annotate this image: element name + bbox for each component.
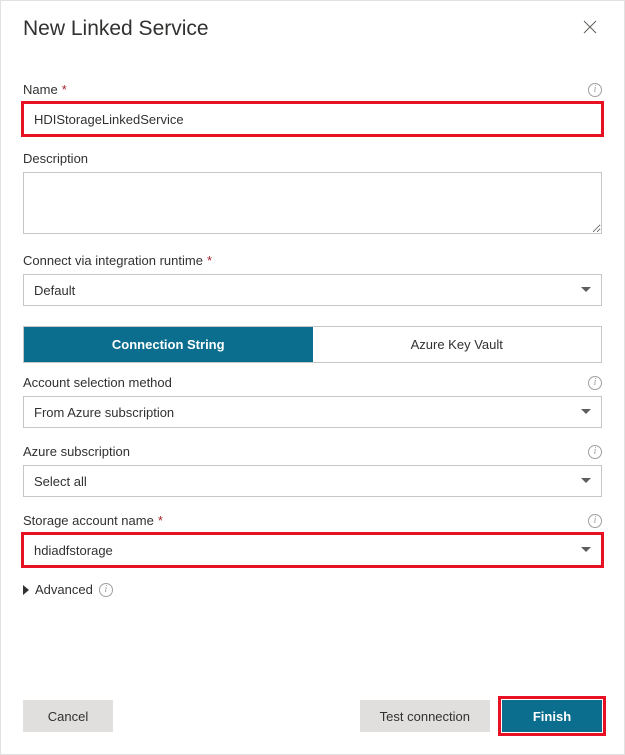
chevron-down-icon [581, 478, 591, 484]
tab-azure-key-vault[interactable]: Azure Key Vault [313, 327, 602, 362]
name-label: Name [23, 82, 58, 97]
subscription-label: Azure subscription [23, 444, 130, 459]
new-linked-service-panel: New Linked Service Name * i Description [0, 0, 625, 755]
info-icon[interactable]: i [588, 445, 602, 459]
field-account-method: Account selection method i From Azure su… [23, 375, 602, 428]
field-description: Description [23, 151, 602, 237]
subscription-select[interactable]: Select all [23, 465, 602, 497]
account-method-select[interactable]: From Azure subscription [23, 396, 602, 428]
account-method-label: Account selection method [23, 375, 172, 390]
finish-button[interactable]: Finish [502, 700, 602, 732]
info-icon[interactable]: i [588, 83, 602, 97]
field-name: Name * i [23, 82, 602, 135]
panel-title: New Linked Service [23, 17, 209, 41]
advanced-toggle[interactable]: Advanced i [23, 582, 602, 597]
required-marker: * [62, 82, 67, 97]
field-storage-account: Storage account name * i hdiadfstorage [23, 513, 602, 566]
field-subscription: Azure subscription i Select all [23, 444, 602, 497]
field-runtime: Connect via integration runtime * Defaul… [23, 253, 602, 306]
account-method-value: From Azure subscription [34, 405, 174, 420]
chevron-down-icon [581, 287, 591, 293]
test-connection-button[interactable]: Test connection [360, 700, 490, 732]
storage-account-value: hdiadfstorage [34, 543, 113, 558]
advanced-label: Advanced [35, 582, 93, 597]
runtime-label: Connect via integration runtime [23, 253, 203, 268]
info-icon[interactable]: i [99, 583, 113, 597]
storage-account-select[interactable]: hdiadfstorage [23, 534, 602, 566]
runtime-value: Default [34, 283, 75, 298]
caret-right-icon [23, 585, 29, 595]
required-marker: * [158, 513, 163, 528]
chevron-down-icon [581, 409, 591, 415]
description-input[interactable] [23, 172, 602, 234]
panel-footer: Cancel Test connection Finish [1, 684, 624, 754]
name-input[interactable] [23, 103, 602, 135]
field-label-row: Name * i [23, 82, 602, 97]
tab-connection-string[interactable]: Connection String [24, 327, 313, 362]
auth-tabs: Connection String Azure Key Vault [23, 326, 602, 363]
runtime-select[interactable]: Default [23, 274, 602, 306]
info-icon[interactable]: i [588, 376, 602, 390]
storage-account-label: Storage account name [23, 513, 154, 528]
chevron-down-icon [581, 547, 591, 553]
cancel-button[interactable]: Cancel [23, 700, 113, 732]
required-marker: * [207, 253, 212, 268]
panel-content: Name * i Description Connect via integra… [1, 52, 624, 684]
close-icon [582, 19, 598, 35]
info-icon[interactable]: i [588, 514, 602, 528]
panel-header: New Linked Service [1, 1, 624, 52]
description-label: Description [23, 151, 88, 166]
subscription-value: Select all [34, 474, 87, 489]
close-button[interactable] [578, 15, 602, 42]
